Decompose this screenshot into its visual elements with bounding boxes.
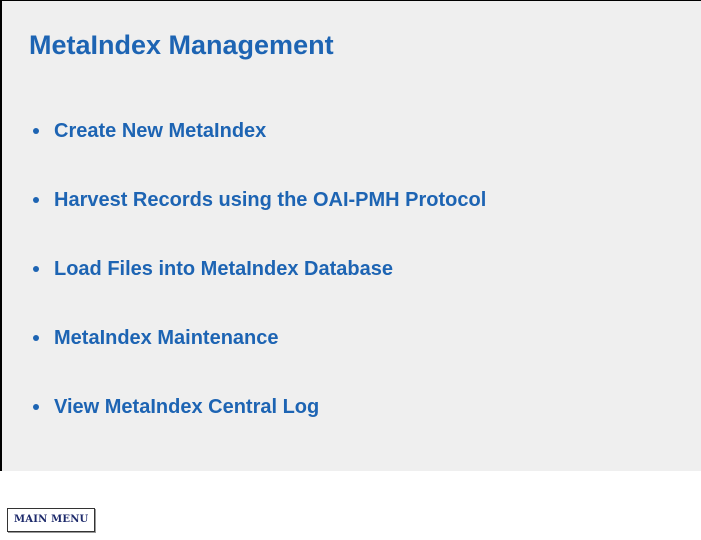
view-central-log-link[interactable]: View MetaIndex Central Log [54, 394, 319, 420]
bullet-icon [33, 404, 39, 410]
metaindex-maintenance-link[interactable]: MetaIndex Maintenance [54, 325, 279, 351]
bullet-icon [33, 128, 39, 134]
bullet-icon [33, 266, 39, 272]
harvest-records-link[interactable]: Harvest Records using the OAI-PMH Protoc… [54, 187, 486, 213]
load-files-link[interactable]: Load Files into MetaIndex Database [54, 256, 393, 282]
bullet-icon [33, 197, 39, 203]
main-menu-button[interactable]: MAIN MENU [7, 508, 96, 532]
list-item: View MetaIndex Central Log [33, 394, 486, 463]
create-new-metaindex-link[interactable]: Create New MetaIndex [54, 118, 266, 144]
bullet-icon [33, 335, 39, 341]
list-item: Harvest Records using the OAI-PMH Protoc… [33, 187, 486, 256]
management-panel: MetaIndex Management Create New MetaInde… [0, 0, 701, 471]
management-menu: Create New MetaIndex Harvest Records usi… [33, 118, 486, 463]
list-item: Create New MetaIndex [33, 118, 486, 187]
list-item: Load Files into MetaIndex Database [33, 256, 486, 325]
page-title: MetaIndex Management [29, 30, 334, 60]
list-item: MetaIndex Maintenance [33, 325, 486, 394]
